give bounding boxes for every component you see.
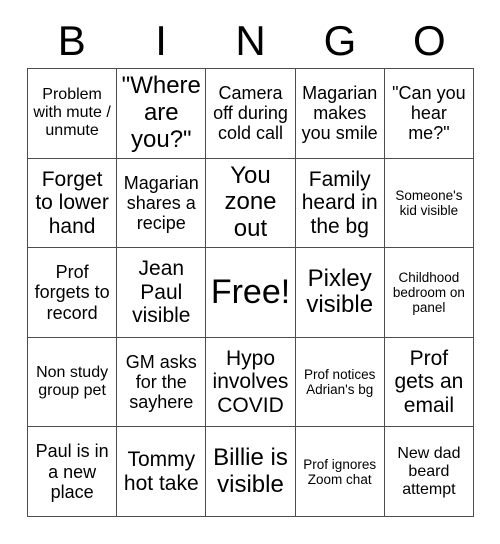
bingo-cell-r2c4[interactable]: Family heard in the bg (295, 158, 385, 249)
bingo-cell-r2c3[interactable]: You zone out (206, 158, 296, 249)
bingo-grid: Problem with mute / unmute "Where are you… (27, 68, 474, 517)
bingo-cell-label: Prof gets an email (394, 346, 464, 417)
bingo-cell-r1c1[interactable]: Problem with mute / unmute (28, 69, 118, 159)
bingo-cell-r5c5[interactable]: New dad beard attempt (384, 427, 474, 517)
bingo-card: B I N G O Problem with mute / unmute "Where a… (0, 0, 500, 544)
bingo-cell-r2c5[interactable]: Someone's kid visible (384, 158, 474, 249)
bingo-cell-label: Childhood bedroom on panel (392, 269, 465, 316)
bingo-cell-label: New dad beard attempt (397, 444, 461, 498)
bingo-cell-r2c1[interactable]: Forget to lower hand (28, 158, 118, 249)
bingo-cell-label: Family heard in the bg (301, 167, 378, 238)
bingo-cell-label: Magarian shares a recipe (123, 172, 199, 233)
bingo-cell-label: Problem with mute / unmute (33, 86, 111, 140)
bingo-cell-label: Magarian makes you smile (301, 83, 378, 144)
bingo-cell-r5c2[interactable]: Tommy hot take (117, 427, 207, 517)
bingo-cell-label: Billie is visible (213, 443, 288, 498)
bingo-cell-label: Non study group pet (36, 364, 109, 400)
bingo-cell-r1c2[interactable]: "Where are you?" (117, 69, 207, 159)
bingo-cell-label: Prof forgets to record (34, 262, 110, 323)
bingo-cell-r4c4[interactable]: Prof notices Adrian's bg (295, 337, 385, 428)
bingo-cell-label: Hypo involves COVID (212, 346, 289, 417)
bingo-cell-r3c5[interactable]: Childhood bedroom on panel (384, 248, 474, 338)
bingo-cell-r4c5[interactable]: Prof gets an email (384, 337, 474, 428)
bingo-header-letter-o: O (412, 17, 446, 64)
bingo-cell-r1c5[interactable]: "Can you hear me?" (384, 69, 474, 159)
bingo-header-letter-n: N (235, 17, 266, 64)
bingo-cell-label: GM asks for the sayhere (125, 351, 197, 413)
bingo-cell-r5c1[interactable]: Paul is in a new place (28, 427, 118, 517)
bingo-cell-label: "Where are you?" (121, 71, 201, 153)
bingo-cell-r3c2[interactable]: Jean Paul visible (117, 248, 207, 338)
bingo-cell-free[interactable]: Free! (206, 248, 296, 338)
bingo-header: BINGO (27, 14, 474, 68)
bingo-cell-label: You zone out (224, 161, 277, 243)
bingo-cell-label: Paul is in a new place (35, 441, 109, 502)
bingo-cell-r5c4[interactable]: Prof ignores Zoom chat (295, 427, 385, 517)
bingo-cell-label: "Can you hear me?" (392, 83, 466, 144)
bingo-cell-label: Prof notices Adrian's bg (304, 366, 376, 398)
bingo-cell-label: Free! (210, 272, 291, 311)
bingo-cell-label: Camera off during cold call (213, 83, 288, 144)
bingo-cell-label: Forget to lower hand (35, 167, 109, 238)
bingo-cell-r1c4[interactable]: Magarian makes you smile (295, 69, 385, 159)
bingo-cell-r4c1[interactable]: Non study group pet (28, 337, 118, 428)
bingo-cell-r3c4[interactable]: Pixley visible (295, 248, 385, 338)
bingo-cell-label: Prof ignores Zoom chat (303, 456, 377, 487)
bingo-header-letter-g: G (323, 17, 357, 64)
bingo-cell-r5c3[interactable]: Billie is visible (206, 427, 296, 517)
bingo-cell-r2c2[interactable]: Magarian shares a recipe (117, 158, 207, 249)
bingo-cell-label: Jean Paul visible (132, 257, 191, 328)
bingo-cell-label: Tommy hot take (123, 448, 199, 495)
bingo-cell-r4c3[interactable]: Hypo involves COVID (206, 337, 296, 428)
bingo-header-letter-i: I (155, 17, 167, 64)
bingo-cell-label: Pixley visible (306, 264, 374, 319)
bingo-cell-r3c1[interactable]: Prof forgets to record (28, 248, 118, 338)
bingo-cell-label: Someone's kid visible (395, 187, 463, 218)
bingo-cell-r4c2[interactable]: GM asks for the sayhere (117, 337, 207, 428)
bingo-header-letter-b: B (57, 17, 86, 64)
bingo-cell-r1c3[interactable]: Camera off during cold call (206, 69, 296, 159)
